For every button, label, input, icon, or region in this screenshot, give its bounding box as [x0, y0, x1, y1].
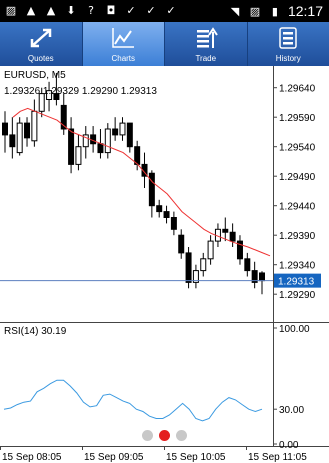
candle-bear [2, 122, 8, 136]
price-tick-label: 1.29340 [279, 261, 316, 272]
current-price-label: 1.29313 [278, 277, 315, 288]
candle-bull [119, 122, 126, 136]
rsi-tick-label: 100.00 [279, 324, 310, 335]
candle-bear [178, 234, 185, 254]
status-bar: ▨ ▲ ▲ ⬇ ? ◘ ✓ ✓ ✓ ◥ ▨ ▮ 12:17 [0, 0, 329, 22]
candle-bear [148, 172, 155, 207]
main-toolbar: Quotes Charts Trade History [0, 22, 329, 66]
candle-bear [24, 122, 31, 139]
rsi-tick-label: 30.00 [279, 405, 304, 416]
candle-bear [163, 211, 170, 219]
candle-bull [75, 146, 82, 165]
tab-trade-label: Trade [195, 54, 217, 63]
check-icon: ✓ [166, 3, 176, 17]
candle-bear [9, 134, 16, 148]
gallery-icon: ▨ [5, 3, 17, 17]
candle-bear [259, 272, 265, 282]
tab-charts[interactable]: Charts [82, 22, 165, 66]
tab-trade[interactable]: Trade [165, 22, 248, 66]
tab-history-label: History [275, 54, 301, 63]
price-tick-label: 1.29440 [279, 202, 316, 213]
time-tick-label: 15 Sep 09:05 [84, 452, 144, 463]
price-tick-label: 1.29290 [279, 290, 316, 301]
page-dot[interactable] [176, 430, 187, 441]
tab-charts-label: Charts [111, 54, 136, 63]
candle-bear [185, 252, 192, 283]
time-tick-label: 15 Sep 11:05 [248, 452, 307, 463]
candle-bull [104, 128, 111, 154]
page-dot[interactable] [142, 430, 153, 441]
app-icon: ▲ [46, 3, 56, 17]
price-tick-label: 1.29540 [279, 143, 316, 154]
symbol-label: EURUSD, M5 [4, 70, 66, 81]
tab-quotes-label: Quotes [27, 54, 54, 63]
candle-bull [200, 258, 207, 272]
check-icon: ✓ [126, 3, 136, 17]
price-tick-label: 1.29640 [279, 84, 316, 95]
wifi-icon: ◥ [230, 4, 240, 18]
candle-bear [222, 228, 229, 233]
price-tick-label: 1.29390 [279, 231, 316, 242]
candle-bear [126, 122, 133, 148]
bag-icon: ◘ [106, 3, 116, 17]
ohlc-label: 1.29326 1.29329 1.29290 1.29313 [4, 86, 157, 97]
candle-bull [16, 122, 23, 154]
time-tick-label: 15 Sep 10:05 [166, 452, 226, 463]
trade-icon [196, 27, 218, 48]
time-tick-label: 15 Sep 08:05 [2, 452, 62, 463]
candle-bear [97, 143, 104, 154]
no-sim-icon: ▨ [249, 4, 261, 18]
tab-history[interactable]: History [248, 22, 329, 66]
tab-quotes[interactable]: Quotes [0, 22, 83, 66]
candle-bull [31, 110, 38, 142]
chart-line-icon [112, 28, 135, 48]
download-icon: ⬇ [66, 3, 76, 17]
notification-icons: ▨ ▲ ▲ ⬇ ? ◘ ✓ ✓ ✓ [4, 3, 178, 17]
history-icon [279, 27, 297, 49]
clock: 12:17 [287, 3, 323, 19]
price-chart[interactable]: 1.29640 1.29590 1.29540 1.29490 1.29440 1.293… [0, 66, 329, 463]
battery-icon: ▮ [271, 4, 278, 18]
page-dot-active[interactable] [159, 430, 170, 441]
question-icon: ? [88, 3, 94, 17]
candle-bear [134, 146, 141, 165]
candle-bull [207, 240, 214, 260]
check-icon: ✓ [146, 3, 156, 17]
rsi-label: RSI(14) 30.19 [4, 326, 67, 337]
page-indicator [0, 430, 329, 441]
candle-bear [68, 128, 75, 165]
candle-bear [112, 128, 119, 136]
app-icon: ▲ [26, 3, 36, 17]
price-tick-label: 1.29490 [279, 172, 316, 183]
quotes-arrows-icon [30, 28, 51, 48]
candle-bear [244, 258, 251, 272]
candle-bear [170, 217, 177, 230]
rsi-tick-label: 0.00 [279, 440, 299, 451]
price-tick-label: 1.29590 [279, 113, 316, 124]
candle-bear [229, 231, 236, 242]
candle-bear [156, 205, 163, 213]
